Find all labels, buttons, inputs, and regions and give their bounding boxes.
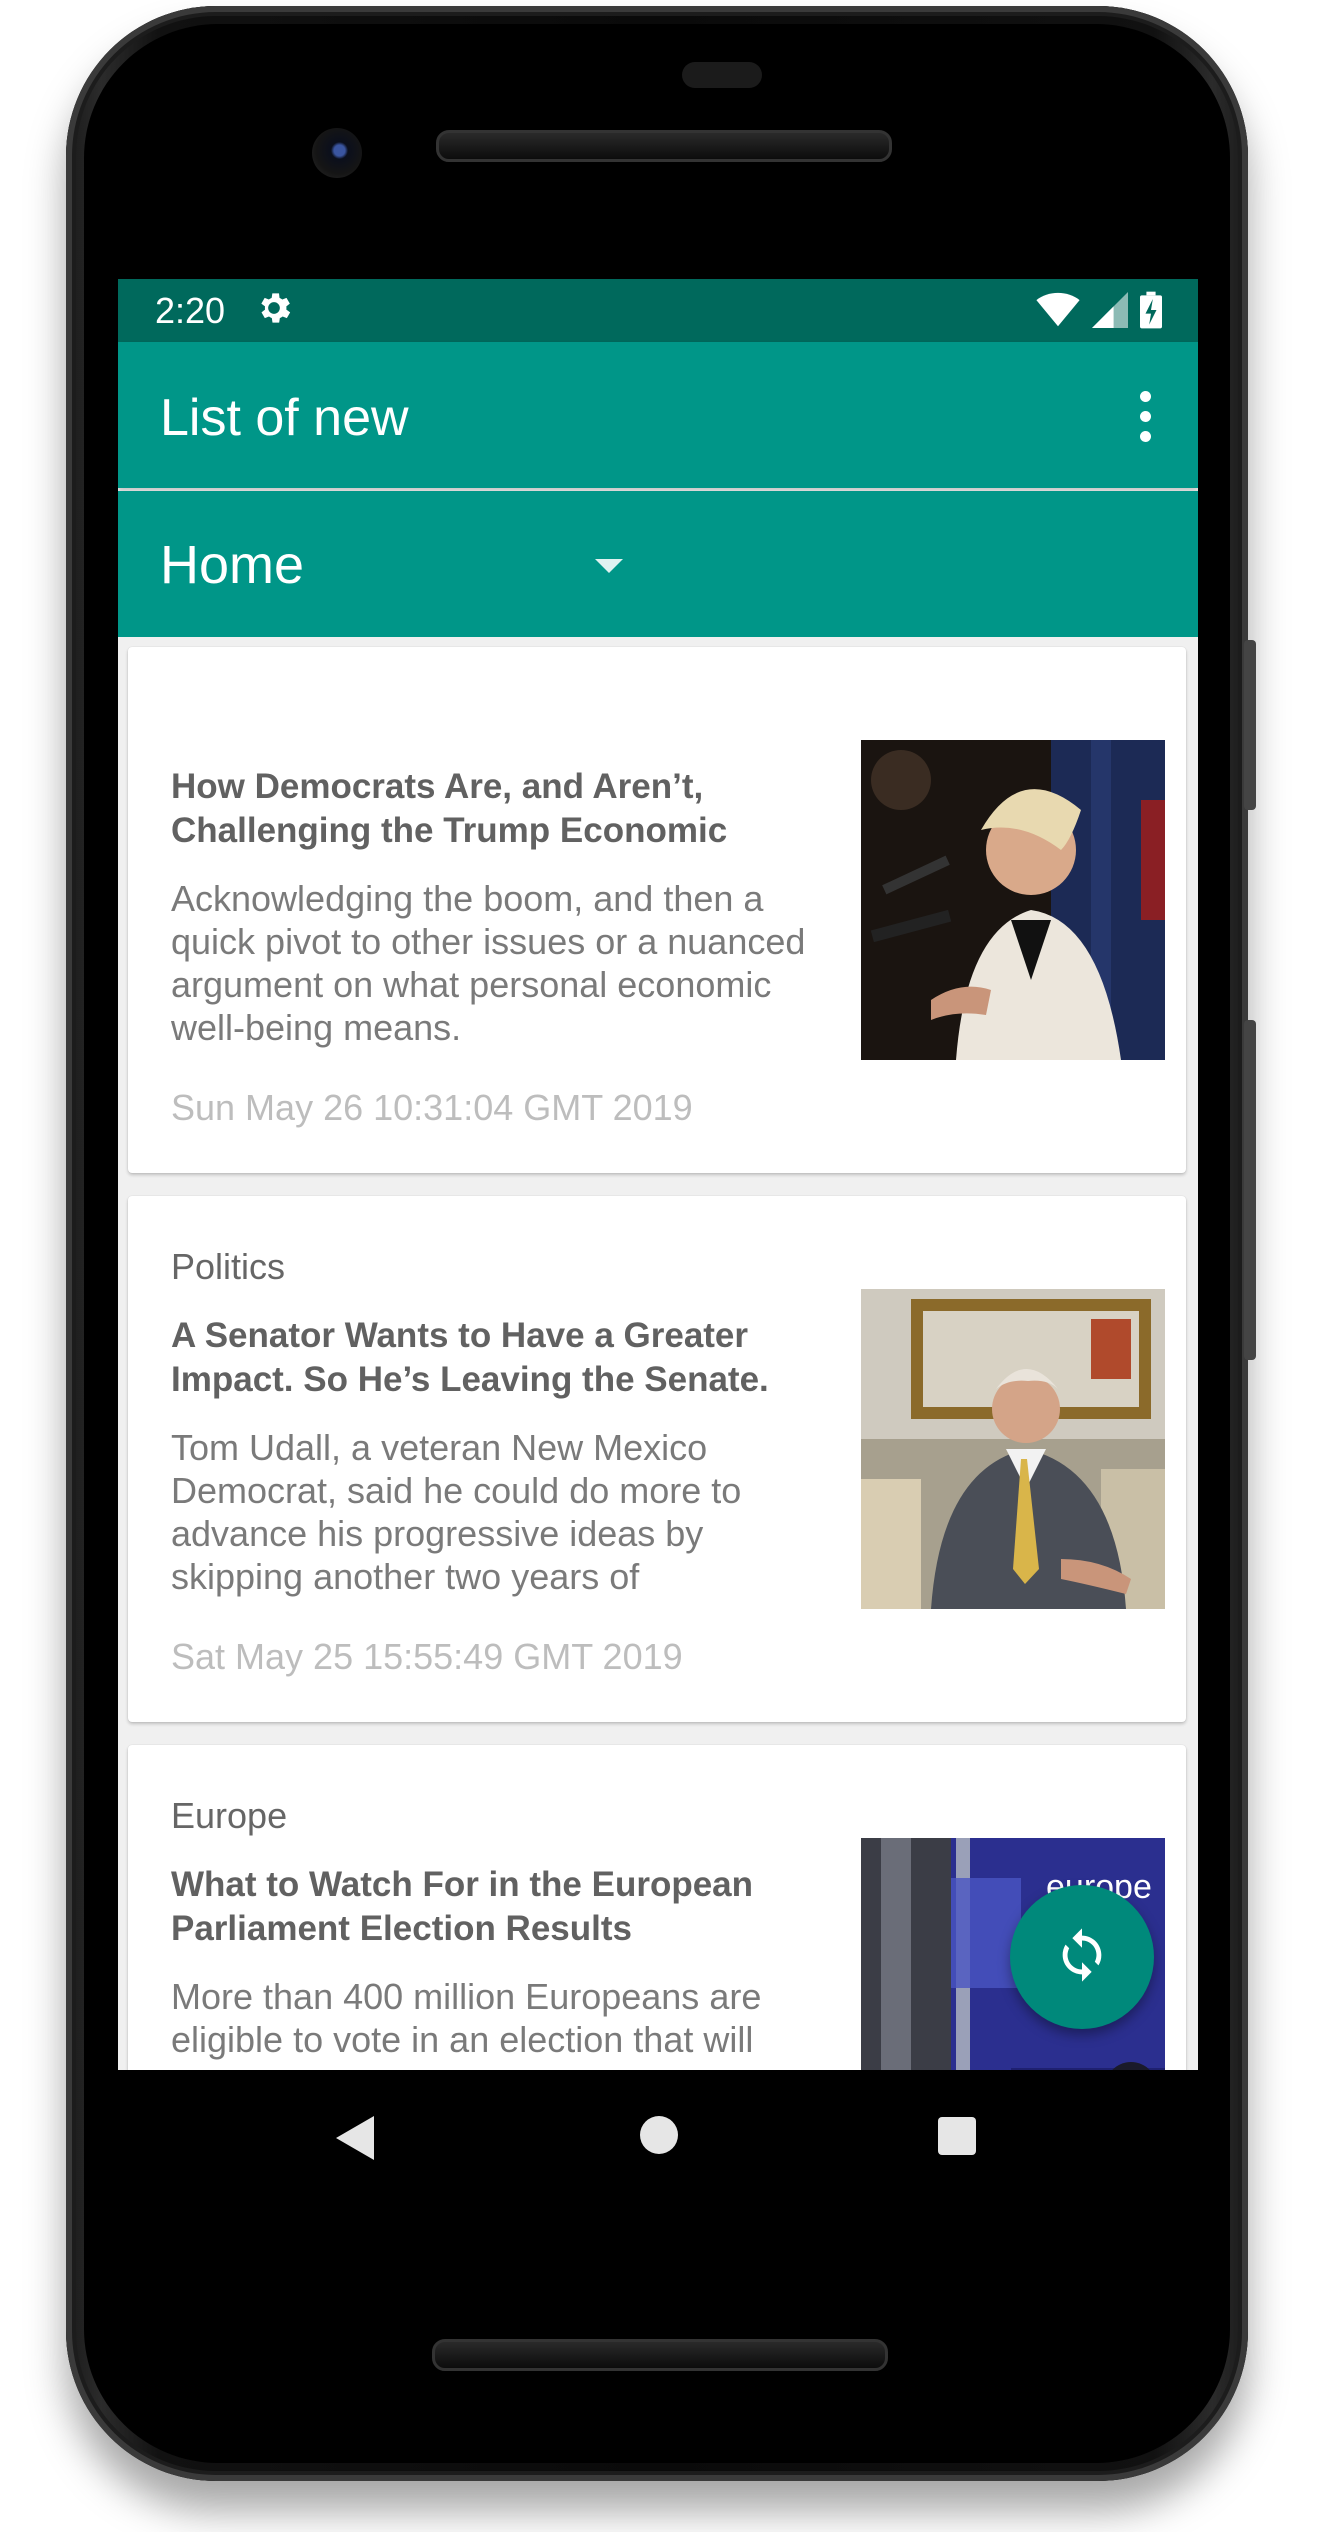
bottom-speaker: [432, 2339, 888, 2371]
card-thumbnail: [861, 1289, 1165, 1609]
screen: 2:20 List of new Home How Democrats Are,…: [118, 279, 1198, 2070]
card-title: What to Watch For in the European Parlia…: [171, 1865, 754, 1948]
section-spinner[interactable]: Home: [160, 531, 623, 599]
refresh-icon: [1053, 1926, 1111, 1989]
top-speaker: [436, 130, 892, 162]
card-date: Sun May 26 10:31:04 GMT 2019: [171, 1087, 693, 1128]
more-vert-icon[interactable]: [1120, 386, 1170, 446]
card-thumbnail: [861, 740, 1165, 1060]
news-card[interactable]: Europe What to Watch For in the European…: [128, 1745, 1186, 2070]
refresh-button[interactable]: [1010, 1885, 1154, 2029]
card-description: More than 400 million Europeans are elig…: [171, 1976, 762, 2060]
recents-icon[interactable]: [938, 2117, 976, 2155]
power-button: [1244, 640, 1256, 810]
card-section: Politics: [171, 1246, 286, 1287]
volume-rocker: [1244, 1020, 1256, 1360]
card-title: How Democrats Are, and Aren’t, Challengi…: [171, 767, 728, 850]
news-card[interactable]: Politics A Senator Wants to Have a Great…: [128, 1196, 1186, 1722]
news-card[interactable]: How Democrats Are, and Aren’t, Challengi…: [128, 647, 1186, 1173]
card-description: Acknowledging the boom, and then a quick…: [171, 878, 806, 1048]
card-date: Sat May 25 15:55:49 GMT 2019: [171, 1636, 683, 1677]
cell-signal-icon: [1092, 292, 1128, 333]
status-bar: 2:20: [118, 279, 1198, 342]
sensor-slot: [682, 62, 762, 88]
app-title: List of new: [160, 389, 409, 447]
app-bar: List of new: [118, 342, 1198, 488]
spinner-selected-label: Home: [160, 535, 305, 595]
home-icon[interactable]: [640, 2116, 678, 2154]
section-spinner-bar: Home: [118, 491, 1198, 637]
card-section: Europe: [171, 1795, 288, 1836]
dropdown-arrow-icon: [595, 559, 623, 573]
gear-icon: [254, 288, 294, 333]
wifi-icon: [1036, 292, 1080, 333]
navigation-bar: [118, 2070, 1198, 2202]
front-camera: [312, 128, 362, 178]
status-time: 2:20: [155, 290, 226, 331]
card-description: Tom Udall, a veteran New Mexico Democrat…: [171, 1427, 742, 1597]
battery-charging-icon: [1140, 291, 1162, 334]
back-icon[interactable]: [336, 2116, 374, 2160]
card-title: A Senator Wants to Have a Greater Impact…: [171, 1316, 769, 1399]
